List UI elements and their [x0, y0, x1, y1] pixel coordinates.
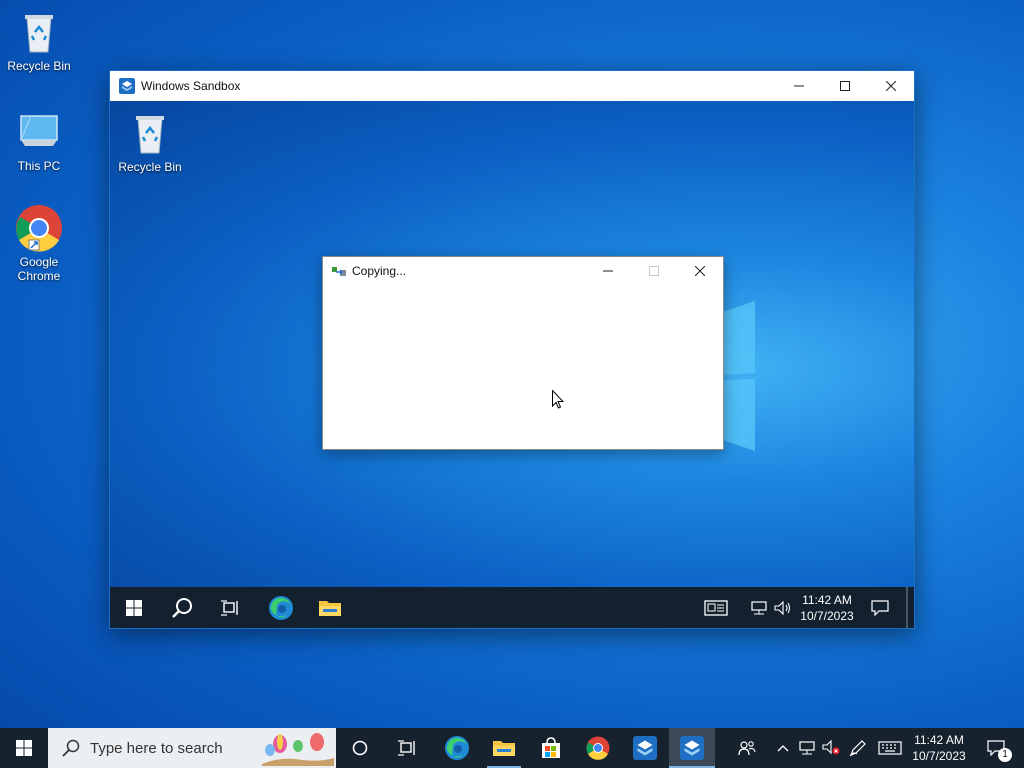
edge-taskbar-button[interactable] [434, 728, 480, 768]
mouse-cursor-icon [552, 390, 564, 409]
sandbox-desktop: Recycle Bin Copying... [110, 101, 914, 587]
cortana-icon [352, 740, 368, 756]
sandbox-start-button[interactable] [110, 587, 158, 628]
sandbox-volume-button[interactable] [772, 587, 794, 628]
windows-start-icon [16, 740, 32, 756]
people-icon [738, 741, 756, 756]
show-hidden-icons-button[interactable] [772, 728, 794, 768]
hot-air-balloons-icon [262, 733, 334, 766]
news-icon [704, 599, 728, 616]
file-explorer-taskbar-button[interactable] [481, 728, 527, 768]
sandbox-edge-button[interactable] [257, 587, 305, 628]
copy-maximize-button [631, 257, 677, 285]
sandbox-clock[interactable]: 11:42 AM 10/7/2023 [796, 587, 858, 628]
desktop-icon-google-chrome[interactable]: Google Chrome [1, 204, 77, 283]
host-taskbar: Type here to search 11:42 AM 10/7/2023 1 [0, 728, 1024, 768]
minimize-icon [603, 270, 613, 272]
sandbox-title-bar[interactable]: Windows Sandbox [110, 71, 914, 101]
folder-icon [493, 741, 515, 756]
volume-muted-icon [822, 740, 840, 755]
maximize-icon [840, 81, 850, 91]
windows-start-icon [126, 599, 142, 616]
notification-badge: 1 [998, 748, 1012, 762]
windows-sandbox-window[interactable]: Windows Sandbox Recycle Bin Copying... 1… [109, 70, 915, 629]
sandbox-desktop-icon-recycle-bin[interactable]: Recycle Bin [112, 109, 188, 174]
edge-icon [269, 595, 293, 620]
sandbox-clock-time: 11:42 AM [802, 592, 852, 607]
desktop-icon-recycle-bin[interactable]: Recycle Bin [1, 8, 77, 73]
desktop-icon-label: This PC [17, 159, 61, 173]
maximize-button[interactable] [822, 71, 868, 101]
sandbox-app-icon [633, 736, 657, 760]
copying-dialog-title: Copying... [352, 264, 407, 278]
copying-dialog[interactable]: Copying... [322, 256, 724, 450]
network-icon [799, 741, 815, 755]
folder-icon [319, 600, 341, 616]
sandbox-taskbar: 11:42 AM 10/7/2023 [110, 587, 914, 628]
task-view-button[interactable] [384, 728, 430, 768]
chrome-icon [586, 736, 610, 760]
store-taskbar-button[interactable] [528, 728, 574, 768]
close-icon [695, 266, 705, 276]
notification-icon [871, 599, 889, 616]
touch-keyboard-button[interactable] [874, 728, 906, 768]
minimize-button[interactable] [776, 71, 822, 101]
sandbox-action-center-button[interactable] [862, 587, 898, 628]
recycle-bin-icon [15, 8, 63, 56]
sandbox-app-icon [680, 736, 704, 760]
chevron-up-icon [777, 745, 789, 752]
copy-close-button[interactable] [677, 257, 723, 285]
file-copy-icon [332, 267, 346, 276]
copying-title-bar[interactable]: Copying... [323, 257, 723, 285]
cortana-button[interactable] [336, 728, 384, 768]
search-icon [172, 597, 192, 618]
volume-button[interactable] [820, 728, 842, 768]
desktop-icon-label: Google Chrome [17, 255, 61, 283]
sandbox-file-explorer-button[interactable] [306, 587, 354, 628]
close-button[interactable] [868, 71, 914, 101]
sandbox-app-icon [119, 78, 135, 94]
maximize-icon [649, 266, 659, 276]
copy-minimize-button[interactable] [585, 257, 631, 285]
edge-icon [445, 736, 469, 760]
sandbox-clock-date: 10/7/2023 [800, 608, 854, 623]
chrome-taskbar-button[interactable] [575, 728, 621, 768]
sandbox-news-button[interactable] [700, 587, 732, 628]
desktop-icon-label: Recycle Bin [118, 160, 182, 174]
people-button[interactable] [730, 728, 764, 768]
search-placeholder: Type here to search [90, 739, 223, 757]
pen-icon [849, 740, 866, 757]
action-center-button[interactable]: 1 [978, 728, 1014, 768]
desktop-icon-label: Recycle Bin [7, 59, 71, 73]
sandbox-window-title: Windows Sandbox [141, 79, 241, 93]
clock[interactable]: 11:42 AM 10/7/2023 [906, 728, 972, 768]
close-icon [886, 81, 896, 91]
sandbox-pinned-taskbar-button[interactable] [622, 728, 668, 768]
sandbox-task-view-button[interactable] [206, 587, 254, 628]
computer-icon [15, 108, 63, 156]
clock-date: 10/7/2023 [912, 749, 966, 763]
recycle-bin-icon [126, 109, 174, 157]
show-desktop-button[interactable] [1018, 728, 1024, 768]
network-icon [751, 600, 767, 614]
network-button[interactable] [796, 728, 818, 768]
clock-time: 11:42 AM [914, 733, 964, 747]
search-input[interactable]: Type here to search [48, 728, 336, 768]
desktop-icon-this-pc[interactable]: This PC [1, 108, 77, 173]
start-button[interactable] [0, 728, 48, 768]
sandbox-network-icon-button[interactable] [748, 587, 770, 628]
task-view-icon [398, 740, 415, 756]
sandbox-search-button[interactable] [158, 587, 206, 628]
keyboard-icon [878, 741, 902, 755]
sandbox-active-taskbar-button[interactable] [669, 728, 715, 768]
show-desktop-divider[interactable] [906, 587, 908, 628]
search-icon [62, 739, 80, 757]
pen-workspace-button[interactable] [846, 728, 870, 768]
store-icon [542, 737, 560, 758]
task-view-icon [221, 599, 238, 616]
volume-icon [774, 600, 791, 615]
minimize-icon [794, 85, 804, 87]
chrome-icon [15, 204, 63, 252]
